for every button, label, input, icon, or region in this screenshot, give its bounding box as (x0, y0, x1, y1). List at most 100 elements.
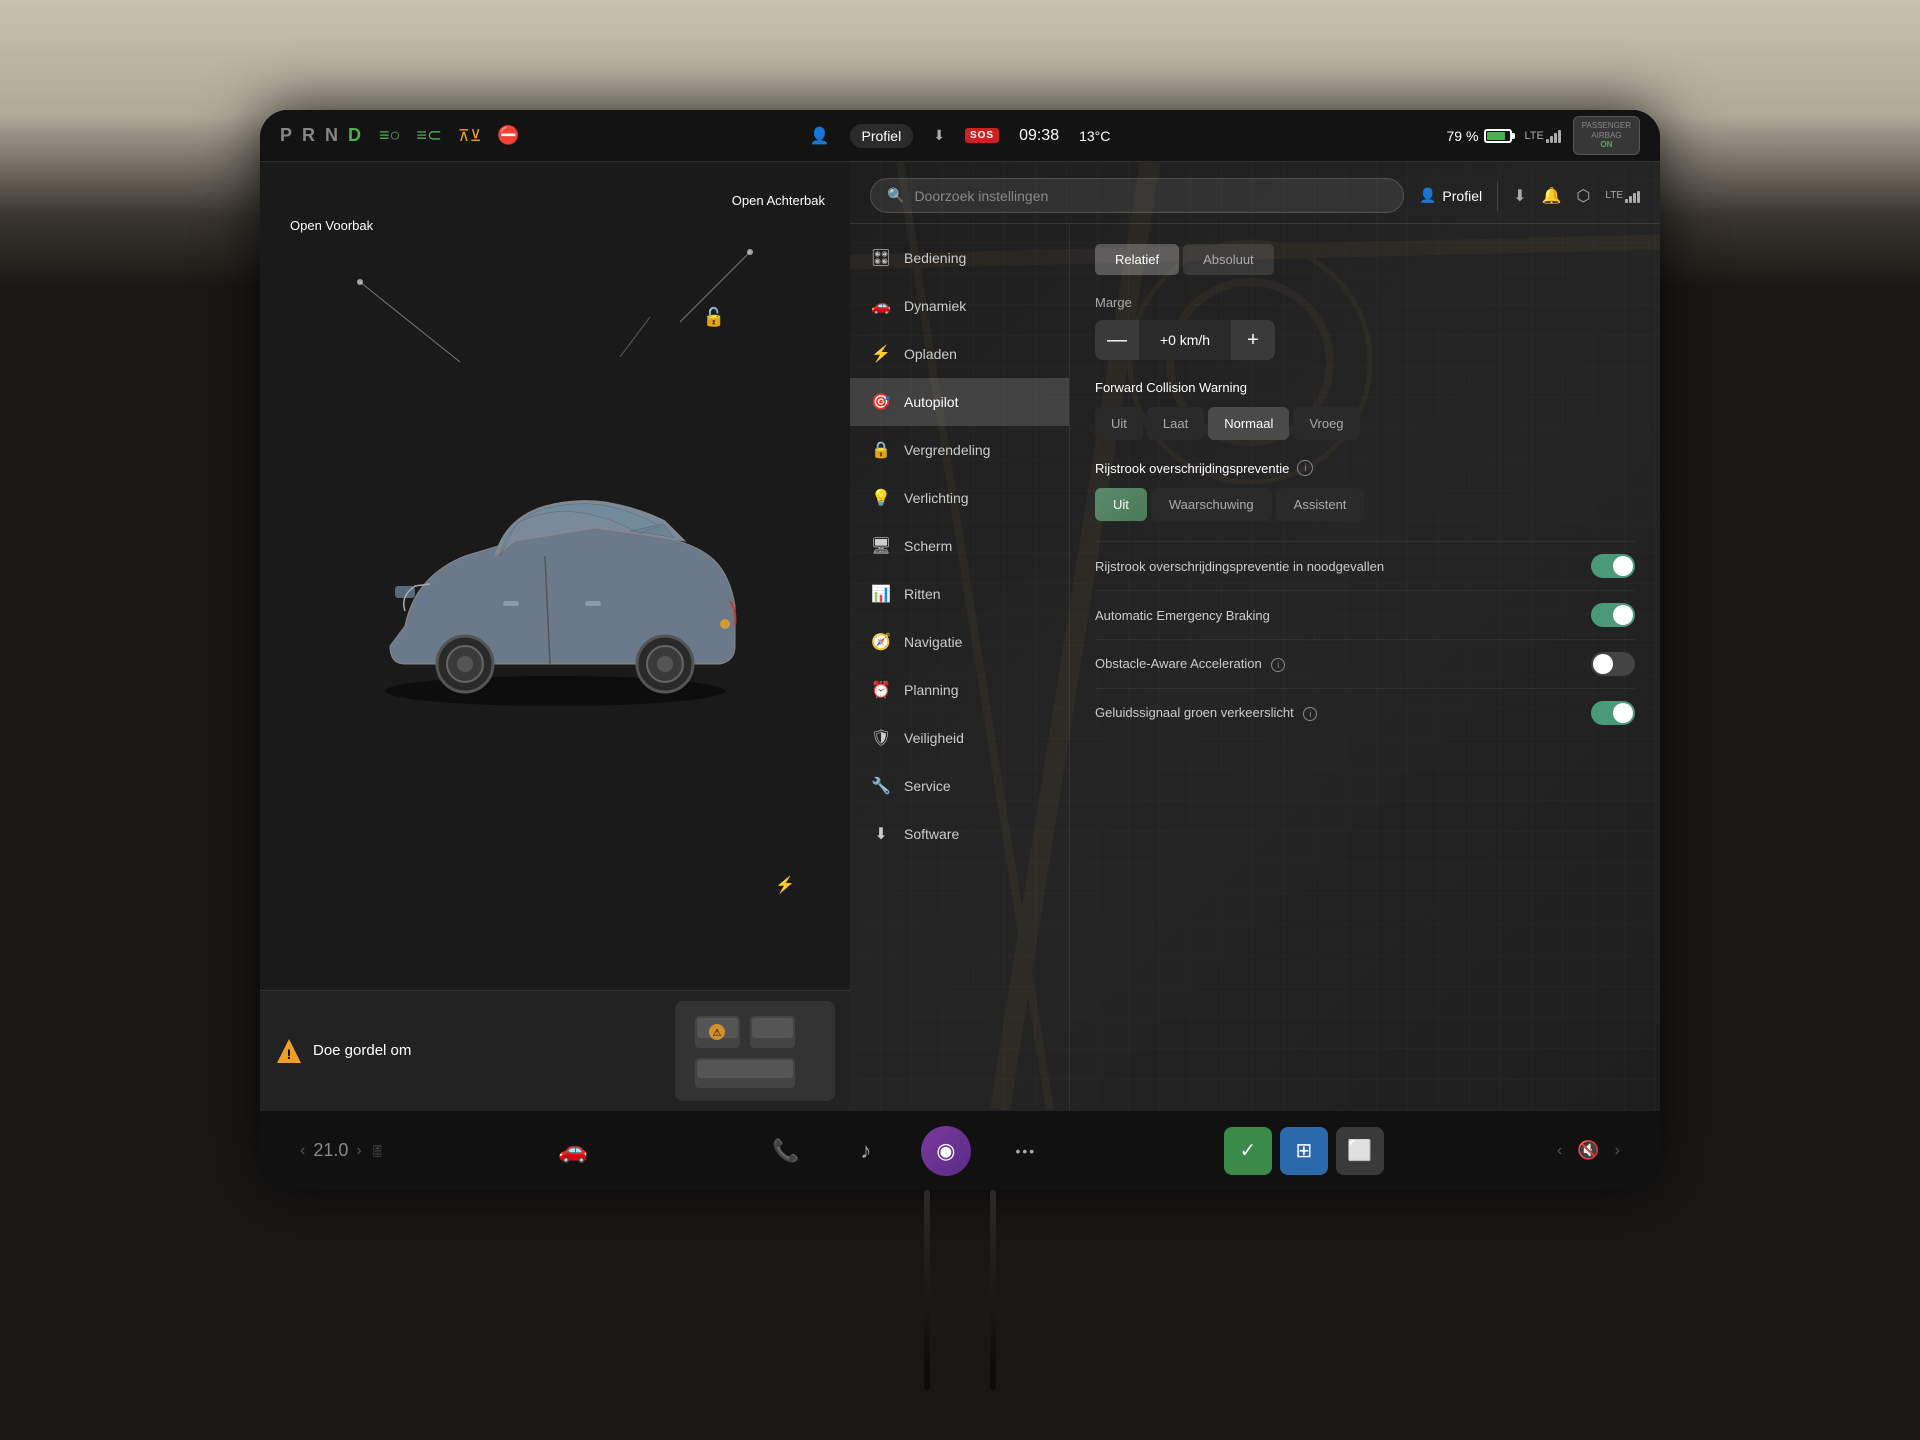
profile-label-header: Profiel (1442, 188, 1482, 204)
autopilot-icon: 🎯 (870, 392, 892, 412)
relatief-btn[interactable]: Relatief (1095, 244, 1179, 275)
service-icon: 🔧 (870, 776, 892, 796)
volume-left-arrow[interactable]: ‹ (1557, 1142, 1562, 1160)
toggle-obstacle-switch[interactable] (1591, 652, 1635, 676)
nav-item-opladen[interactable]: ⚡ Opladen (850, 330, 1069, 378)
nav-item-service[interactable]: 🔧 Service (850, 762, 1069, 810)
app-icons-group: ✓ ⊞ ⬜ (1224, 1127, 1384, 1175)
opladen-icon: ⚡ (870, 344, 892, 364)
steering-column-right (990, 1190, 996, 1390)
open-voorbak-label: Open Voorbak (290, 217, 373, 235)
settings-panel-content: 🔍 Doorzoek instellingen 👤 Profiel ⬇ (850, 162, 1660, 1110)
download-icon-header[interactable]: ⬇ (1513, 186, 1526, 206)
traction-icon: ⊼⊻ (458, 126, 481, 146)
signal-bar-1 (1546, 139, 1549, 143)
dashboard-surround: P R N D ≡○ ≡⊂ ⊼⊻ ⛔ 👤 Profiel (0, 0, 1920, 1440)
software-icon: ⬇ (870, 824, 892, 844)
temp-right-arrow[interactable]: › (356, 1142, 361, 1160)
nav-label-ritten: Ritten (904, 586, 941, 602)
nav-item-bediening[interactable]: 🎛 Bediening (850, 234, 1069, 282)
navigatie-icon: 🧭 (870, 632, 892, 652)
lane-waarschuwing-btn[interactable]: Waarschuwing (1151, 488, 1272, 521)
nav-item-planning[interactable]: ⏰ Planning (850, 666, 1069, 714)
geluid-info-icon[interactable]: i (1303, 707, 1317, 721)
checklist-app-btn[interactable]: ✓ (1224, 1127, 1272, 1175)
status-left: P R N D ≡○ ≡⊂ ⊼⊻ ⛔ (280, 125, 620, 146)
phone-button[interactable]: 📞 (761, 1126, 811, 1176)
lane-departure-title: Rijstrook overschrijdingspreventie (1095, 461, 1289, 476)
toggle-rijstrook-switch[interactable] (1591, 554, 1635, 578)
profile-icon-header: 👤 (1419, 187, 1436, 204)
toggle-obstacle-label-text: Obstacle-Aware Acceleration i (1095, 656, 1591, 672)
charge-icon: ⚡ (775, 875, 795, 895)
car-view-area: Open Voorbak Open Achterbak (260, 162, 850, 990)
signal-bars-header (1625, 189, 1640, 203)
absoluut-btn[interactable]: Absoluut (1183, 244, 1274, 275)
taskbar-left-icon: 🚗 (558, 1136, 588, 1165)
volume-icon[interactable]: 🔇 (1577, 1140, 1599, 1161)
signal-bar-2 (1550, 136, 1553, 143)
lane-departure-section: Rijstrook overschrijdingspreventie i (1095, 460, 1635, 476)
taskbar-left: ‹ 21.0 › 🎚 (300, 1140, 385, 1161)
nav-item-navigatie[interactable]: 🧭 Navigatie (850, 618, 1069, 666)
nav-item-dynamiek[interactable]: 🚗 Dynamiek (850, 282, 1069, 330)
nav-item-ritten[interactable]: 📊 Ritten (850, 570, 1069, 618)
bluetooth-icon[interactable]: ⬡ (1576, 186, 1590, 206)
bell-icon[interactable]: 🔔 (1542, 186, 1562, 206)
nav-item-vergrendeling[interactable]: 🔒 Vergrendeling (850, 426, 1069, 474)
left-panel: Open Voorbak Open Achterbak (260, 162, 850, 1110)
status-bar: P R N D ≡○ ≡⊂ ⊼⊻ ⛔ 👤 Profiel (260, 110, 1660, 162)
battery-fill (1487, 132, 1504, 140)
lane-assistent-btn[interactable]: Assistent (1276, 488, 1365, 521)
seat-view: ⚠ (675, 1001, 835, 1101)
window-app-btn[interactable]: ⬜ (1336, 1127, 1384, 1175)
profile-button[interactable]: Profiel (850, 124, 914, 148)
lane-info-icon[interactable]: i (1297, 460, 1313, 476)
warning-text: Doe gordel om (313, 1042, 411, 1059)
temp-left-arrow[interactable]: ‹ (300, 1142, 305, 1160)
nav-item-veiligheid[interactable]: 🛡 Veiligheid (850, 714, 1069, 762)
toggle-geluid-switch[interactable] (1591, 701, 1635, 725)
temp-value: 21.0 (313, 1140, 348, 1161)
lte-icon: LTE (1524, 129, 1560, 143)
lte-icon-header: LTE (1605, 189, 1640, 203)
speed-plus-btn[interactable]: + (1231, 320, 1275, 360)
nav-item-scherm[interactable]: 🖥 Scherm (850, 522, 1069, 570)
volume-right-arrow[interactable]: › (1615, 1142, 1620, 1160)
temp-display: 13°C (1079, 128, 1110, 144)
speed-value: +0 km/h (1139, 332, 1231, 348)
collision-vroeg-btn[interactable]: Vroeg (1293, 407, 1359, 440)
headlight-icon: ≡○ (379, 125, 400, 146)
obstacle-info-icon[interactable]: i (1271, 658, 1285, 672)
map-app-btn[interactable]: ⊞ (1280, 1127, 1328, 1175)
ritten-icon: 📊 (870, 584, 892, 604)
divider-1 (1497, 181, 1498, 211)
lane-uit-btn[interactable]: Uit (1095, 488, 1147, 521)
collision-normaal-btn[interactable]: Normaal (1208, 407, 1289, 440)
toggle-emergency-switch[interactable] (1591, 603, 1635, 627)
prnd-p: P (280, 125, 294, 146)
forward-collision-title: Forward Collision Warning (1095, 380, 1635, 395)
scherm-icon: 🖥 (870, 536, 892, 556)
collision-uit-btn[interactable]: Uit (1095, 407, 1143, 440)
warning-message: ! Doe gordel om (275, 1037, 660, 1065)
nav-label-software: Software (904, 826, 959, 842)
more-button[interactable]: ••• (1001, 1126, 1051, 1176)
collision-laat-btn[interactable]: Laat (1147, 407, 1204, 440)
nav-label-service: Service (904, 778, 951, 794)
nav-item-verlichting[interactable]: 💡 Verlichting (850, 474, 1069, 522)
nav-item-software[interactable]: ⬇ Software (850, 810, 1069, 858)
taskbar: ‹ 21.0 › 🎚 🚗 📞 ♪ ◉ ••• (260, 1110, 1660, 1190)
search-box[interactable]: 🔍 Doorzoek instellingen (870, 178, 1404, 213)
verlichting-icon: 💡 (870, 488, 892, 508)
nav-label-vergrendeling: Vergrendeling (904, 442, 990, 458)
status-right: 79 % LTE (1300, 116, 1640, 155)
voice-button[interactable]: ◉ (921, 1126, 971, 1176)
profile-action[interactable]: 👤 Profiel (1419, 187, 1482, 204)
music-button[interactable]: ♪ (841, 1126, 891, 1176)
nav-item-autopilot[interactable]: 🎯 Autopilot (850, 378, 1069, 426)
lane-departure-group: Uit Waarschuwing Assistent (1095, 488, 1635, 521)
temp-unit-area: 🎚 (370, 1144, 385, 1158)
speed-minus-btn[interactable]: — (1095, 320, 1139, 360)
settings-body: 🎛 Bediening 🚗 Dynamiek ⚡ Opladen (850, 224, 1660, 1110)
